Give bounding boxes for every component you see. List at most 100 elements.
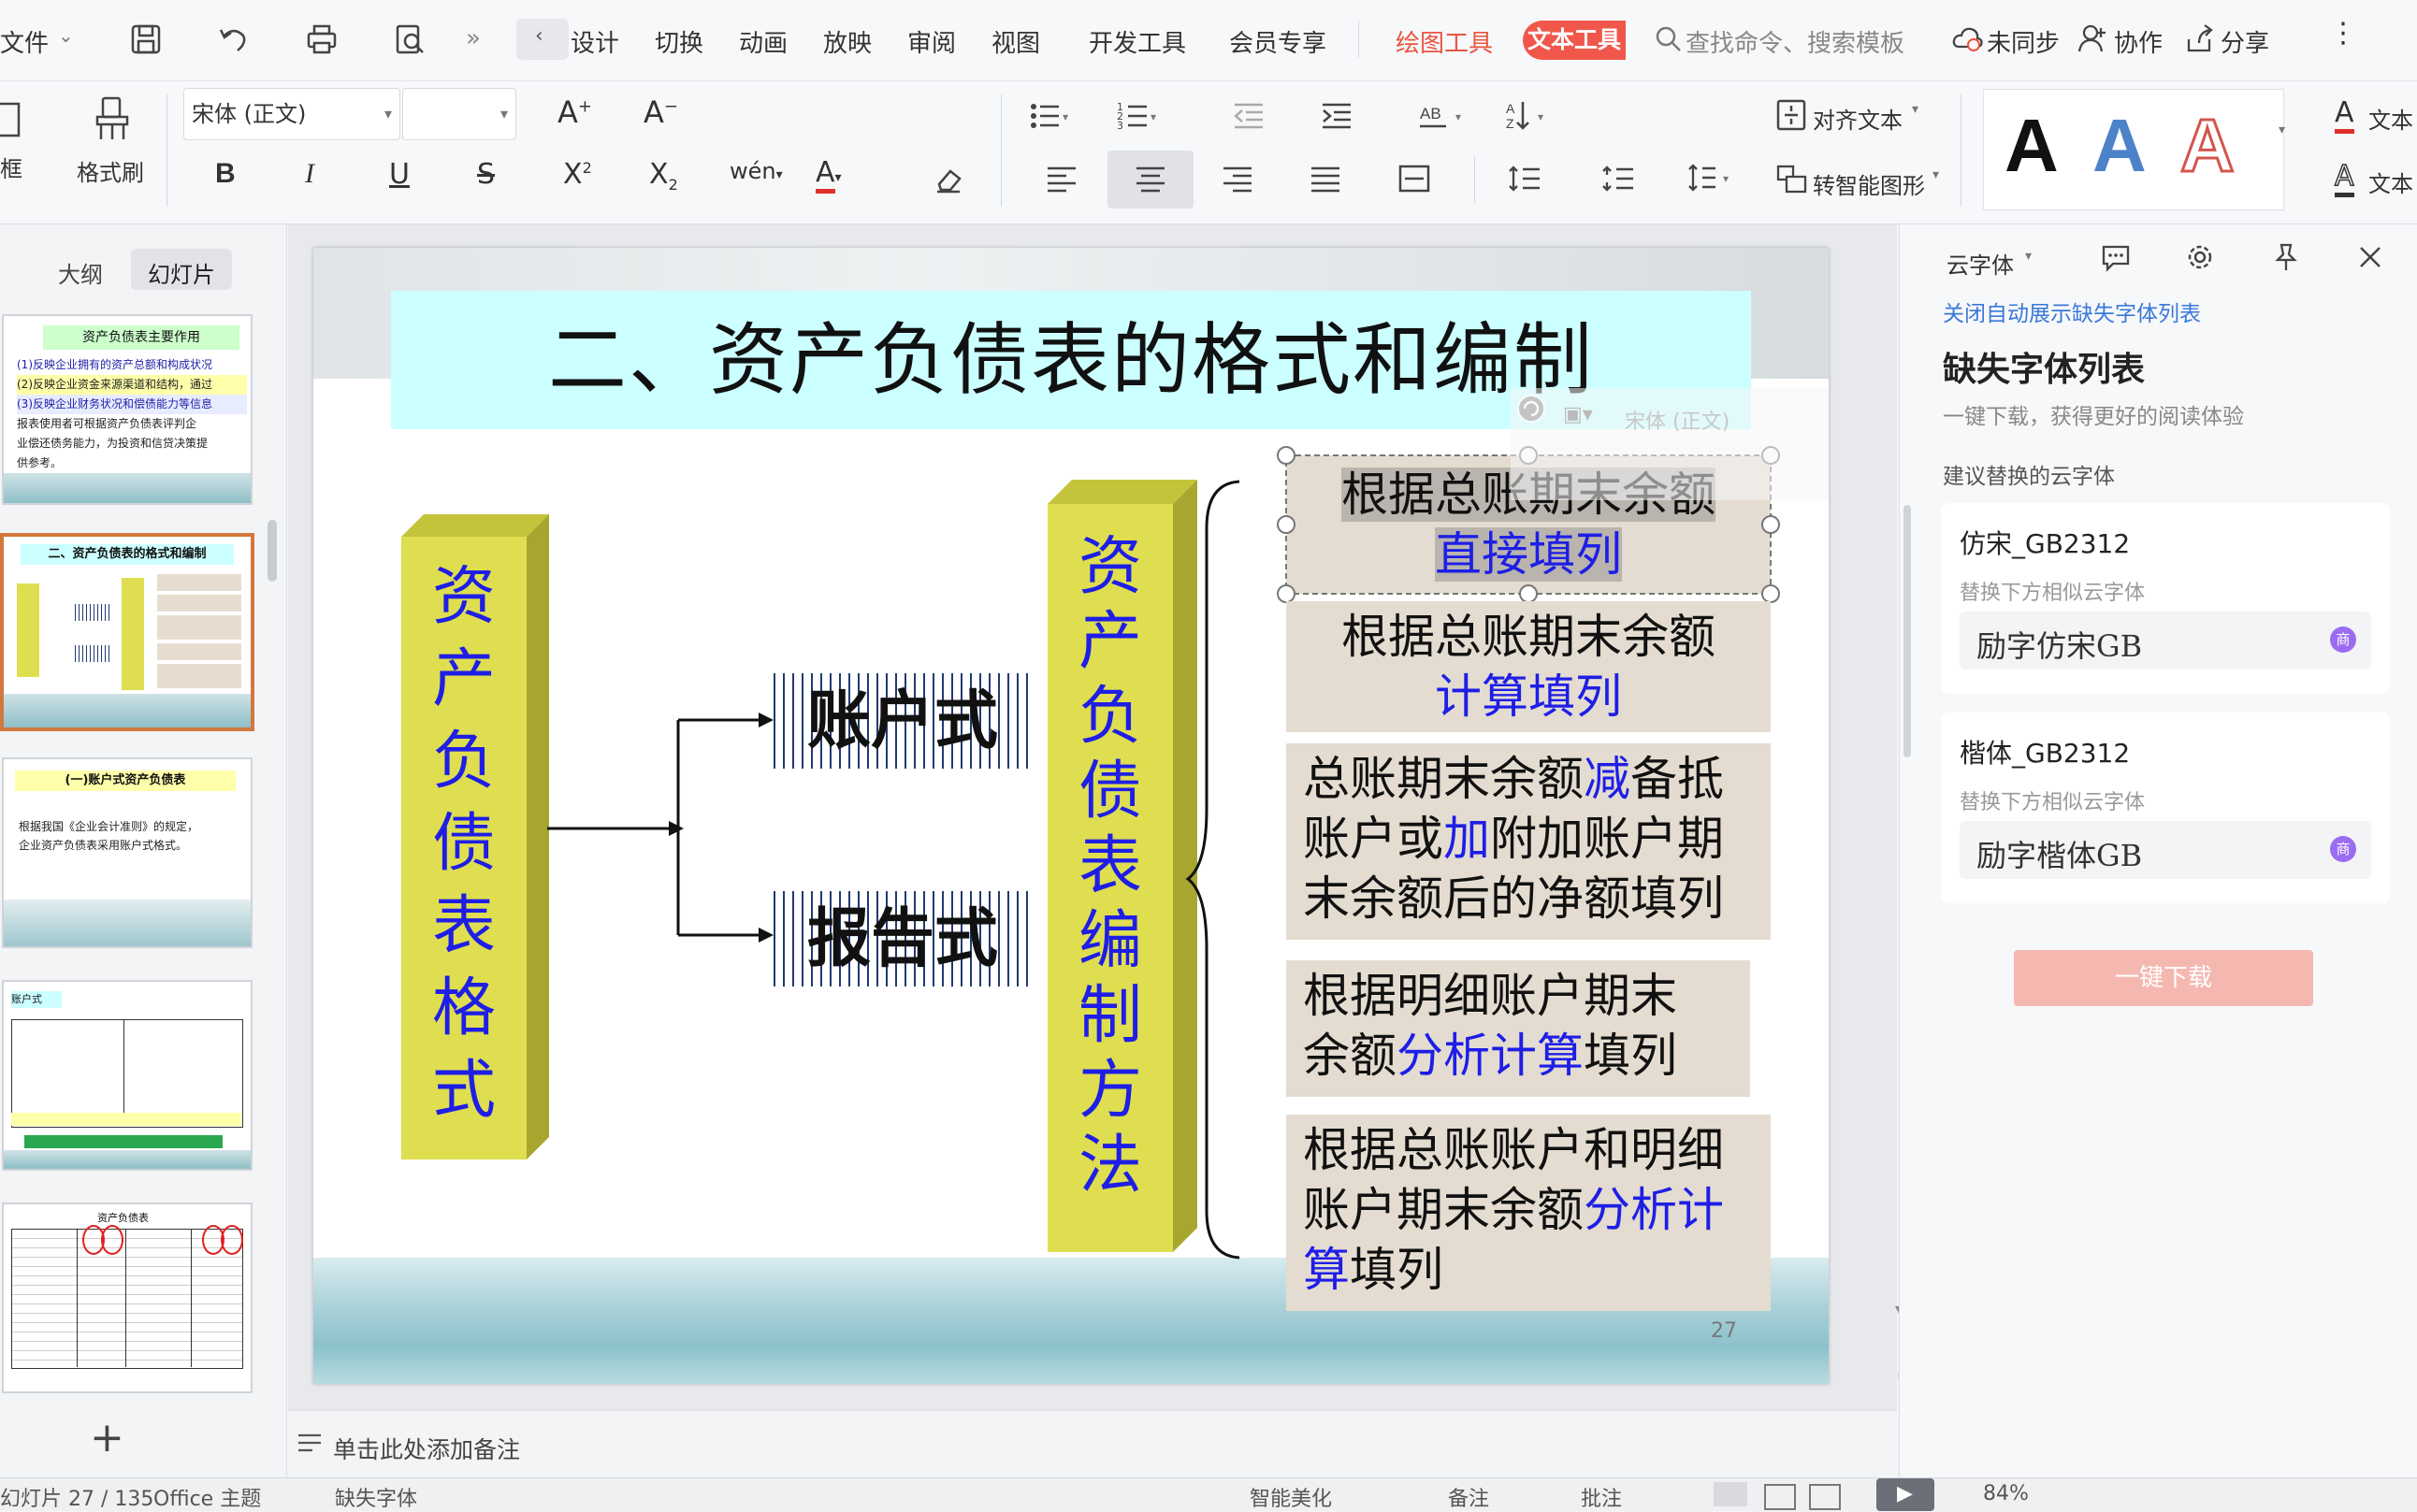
font-name-select[interactable]: 宋体 (正文) ▾ (183, 88, 400, 140)
tab-review[interactable]: 审阅 (907, 24, 956, 59)
numbered-list-icon[interactable]: 123 ▾ (1117, 100, 1160, 132)
text-style-outline-red[interactable]: A (2179, 99, 2236, 193)
slide-thumbnail-2[interactable]: 二、资产负债表的格式和编制 (0, 533, 254, 731)
text-fill-icon[interactable]: A (2335, 96, 2354, 134)
bold-icon[interactable]: B (215, 158, 236, 190)
spacing-options-icon[interactable]: ▾ (1686, 162, 1736, 194)
grid-view-button[interactable] (1764, 1484, 1796, 1510)
missing-font-card[interactable]: 仿宋_GB2312 替换下方相似云字体 励字仿宋GB 商 (1941, 503, 2390, 694)
tab-slides[interactable]: 幻灯片 (131, 249, 232, 290)
method-box-3[interactable]: 总账期末余额减备抵 账户或加附加账户期 末余额后的净额填列 (1286, 743, 1771, 940)
tab-transition[interactable]: 切换 (655, 24, 703, 59)
print-icon[interactable] (305, 22, 339, 56)
replacement-font-option[interactable]: 励字楷体GB 商 (1960, 821, 2371, 879)
save-icon[interactable] (129, 22, 163, 56)
zoom-level[interactable]: 84% (1983, 1482, 2029, 1505)
slide-thumbnail-1[interactable]: 资产负债表主要作用 (1)反映企业拥有的资产总额和构成状况 (2)反映企业资金来… (2, 314, 253, 505)
tab-design[interactable]: 设计 (571, 24, 619, 59)
eraser-icon[interactable] (932, 164, 963, 195)
textbox-icon[interactable] (0, 102, 22, 139)
italic-icon[interactable]: I (305, 158, 314, 190)
play-slideshow-button[interactable]: ▶ (1876, 1478, 1934, 1511)
download-all-button[interactable]: 一键下载 (2014, 950, 2313, 1006)
distribute-icon[interactable] (1397, 164, 1431, 194)
notes-bar[interactable]: 单击此处添加备注 (288, 1410, 1897, 1478)
font-size-select[interactable]: ▾ (402, 88, 516, 140)
notes-toggle[interactable]: 备注 (1448, 1482, 1489, 1512)
align-text-icon[interactable] (1775, 98, 1807, 132)
align-text-button[interactable]: 对齐文本 (1813, 102, 1903, 135)
collaborate-button[interactable]: 协作 (2114, 24, 2163, 59)
text-outline-icon[interactable]: A (2334, 159, 2354, 197)
scroll-left-button[interactable]: ‹ (516, 19, 569, 60)
method-box-5[interactable]: 根据总账账户和明细 账户期末余额分析计 算填列 (1286, 1115, 1771, 1311)
bullet-list-icon[interactable]: ▾ (1029, 100, 1072, 132)
text-style-black[interactable]: A (2005, 99, 2059, 193)
undo-icon[interactable] (217, 22, 251, 56)
menu-file[interactable]: 文件 (0, 24, 49, 59)
mini-toolbar[interactable]: ▣▾ 宋体 (正文) (1511, 388, 1829, 500)
close-auto-show-link[interactable]: 关闭自动展示缺失字体列表 (1943, 295, 2201, 327)
textbox-label[interactable]: 框 (0, 151, 22, 183)
tab-text-tools[interactable]: 文本工具 (1523, 21, 1626, 60)
decrease-font-icon[interactable]: A− (644, 94, 678, 130)
line-spacing-icon[interactable] (1508, 164, 1541, 194)
align-right-icon[interactable] (1222, 166, 1253, 194)
slide-thumbnail-3[interactable]: (一)账户式资产负债表 根据我国《企业会计准则》的规定， 企业资产负债表采用账户… (2, 757, 253, 948)
mini-font-select[interactable]: 宋体 (正文) (1625, 405, 1730, 435)
format-painter-label[interactable]: 格式刷 (77, 154, 144, 187)
slide-thumbnail-4[interactable]: 账户式 (2, 980, 253, 1171)
notes-placeholder[interactable]: 单击此处添加备注 (333, 1432, 520, 1465)
print-preview-icon[interactable] (393, 22, 427, 56)
text-fill-button[interactable]: 文本 (2368, 102, 2413, 135)
close-icon[interactable] (2356, 243, 2384, 271)
more-icon[interactable]: » (466, 24, 481, 52)
smart-shape-icon[interactable] (1775, 164, 1809, 195)
text-style-blue[interactable]: A (2092, 99, 2147, 193)
slide-27[interactable]: 二、资产负债表的格式和编制 资产负债表格式 资产负债表编制方法 账户式 报告式 (313, 248, 1829, 1384)
normal-view-button[interactable] (1714, 1482, 1747, 1506)
replacement-font-option[interactable]: 励字仿宋GB 商 (1960, 612, 2371, 670)
smart-shape-button[interactable]: 转智能图形 (1813, 167, 1925, 200)
subscript-icon[interactable]: X2 (649, 158, 678, 194)
tab-member[interactable]: 会员专享 (1229, 24, 1326, 59)
paragraph-spacing-icon[interactable] (1601, 164, 1635, 194)
sort-icon[interactable]: AZ ▾ (1504, 98, 1551, 132)
missing-font-status[interactable]: 缺失字体 (335, 1482, 417, 1512)
tab-outline[interactable]: 大纲 (58, 256, 103, 289)
method-box-2[interactable]: 根据总账期末余额 计算填列 (1286, 601, 1771, 732)
style-gallery-expand[interactable]: ▾ (2279, 122, 2285, 137)
comment-toggle[interactable]: 批注 (1581, 1482, 1622, 1512)
superscript-icon[interactable]: X2 (563, 158, 592, 191)
beautify-button[interactable]: 智能美化 (1250, 1482, 1332, 1512)
align-left-icon[interactable] (1046, 166, 1078, 194)
font-color-icon[interactable]: A▾ (816, 156, 842, 194)
tab-developer[interactable]: 开发工具 (1089, 24, 1186, 59)
slide-thumbnail-5[interactable]: 资产负债表 (2, 1202, 253, 1393)
reading-view-button[interactable] (1809, 1484, 1841, 1510)
add-slide-button[interactable]: + (90, 1414, 124, 1462)
method-box-4[interactable]: 根据明细账户期末 余额分析计算填列 (1286, 960, 1750, 1097)
pin-icon[interactable] (2270, 241, 2302, 273)
increase-indent-icon[interactable] (1321, 102, 1353, 130)
format-painter-icon[interactable] (92, 96, 133, 145)
align-center-button[interactable] (1107, 151, 1194, 209)
tab-drawing-tools[interactable]: 绘图工具 (1396, 24, 1493, 59)
paste-icon[interactable]: ▣▾ (1563, 403, 1593, 426)
panel-scrollbar[interactable] (1903, 505, 1911, 757)
strikethrough-icon[interactable]: S (477, 158, 495, 191)
comment-icon[interactable] (2100, 241, 2132, 273)
chevron-down-icon[interactable]: ⌄ (58, 24, 74, 47)
sync-status[interactable]: 未同步 (1987, 24, 2060, 59)
decrease-indent-icon[interactable] (1233, 102, 1265, 130)
underline-icon[interactable]: U (389, 158, 410, 191)
tab-view[interactable]: 视图 (991, 24, 1040, 59)
justify-icon[interactable] (1310, 166, 1341, 194)
thumbnail-scrollbar[interactable] (268, 520, 277, 582)
text-outline-button[interactable]: 文本 (2368, 166, 2413, 198)
pinyin-icon[interactable]: wén▾ (730, 158, 783, 184)
settings-gear-icon[interactable] (2184, 241, 2216, 273)
text-direction-icon[interactable]: AB ▾ (1418, 100, 1467, 132)
search-input[interactable]: 查找命令、搜索模板 (1686, 24, 1904, 59)
account-form-box[interactable]: 账户式 (774, 673, 1032, 769)
